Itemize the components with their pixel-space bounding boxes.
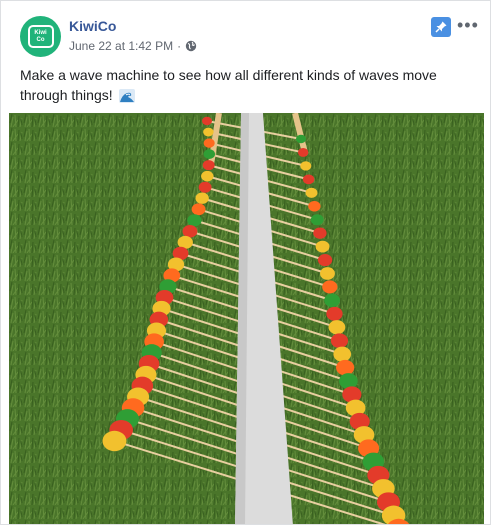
wave-machine-photo [9,113,484,524]
avatar-text-kiwi: Kiwi [34,29,47,36]
gumdrop [339,373,358,390]
gumdrop [315,240,330,253]
gumdrop [330,333,349,349]
gumdrop [297,147,309,157]
gumdrop [313,227,327,239]
avatar-text-co: Co [36,36,45,43]
gumdrop [198,181,212,193]
post-timestamp[interactable]: June 22 at 1:42 PM [69,39,173,53]
gumdrop [187,214,202,227]
gumdrop [310,214,324,226]
gumdrop [302,174,315,185]
gumdrop [326,306,343,321]
more-options-icon[interactable]: ••• [457,16,479,34]
water-wave-emoji-icon [118,89,135,104]
gumdrop [191,203,206,216]
post-meta: June 22 at 1:42 PM · [69,39,197,53]
gumdrop [203,127,214,137]
gumdrop [333,346,352,362]
gumdrop [322,280,338,294]
gumdrop [202,116,212,126]
post-header: Kiwi Co KiwiCo June 22 at 1:42 PM · ••• [1,1,490,61]
gumdrop [102,430,127,452]
gumdrop [336,359,355,376]
globe-icon[interactable] [185,40,197,52]
gumdrop [195,192,209,204]
meta-separator: · [177,39,182,53]
gumdrop [324,293,341,308]
gumdrop [296,134,306,144]
post-message: Make a wave machine to see how all diffe… [20,67,437,103]
post-photo[interactable] [9,113,484,524]
gumdrop [202,160,215,171]
gumdrop [203,149,216,159]
page-name-link[interactable]: KiwiCo [69,18,116,34]
gumdrop [305,187,318,198]
gumdrop [203,138,215,148]
pin-icon[interactable] [431,17,451,37]
kiwico-logo-icon[interactable]: Kiwi Co [20,16,61,57]
gumdrop [328,320,346,335]
gumdrop [300,161,312,171]
gumdrop [320,267,335,280]
gumdrop [308,200,321,212]
facebook-post: Kiwi Co KiwiCo June 22 at 1:42 PM · ••• … [0,0,491,525]
gumdrop [317,253,333,267]
post-text: Make a wave machine to see how all diffe… [20,65,470,105]
gumdrop [201,170,214,182]
gumdrop [182,225,198,238]
